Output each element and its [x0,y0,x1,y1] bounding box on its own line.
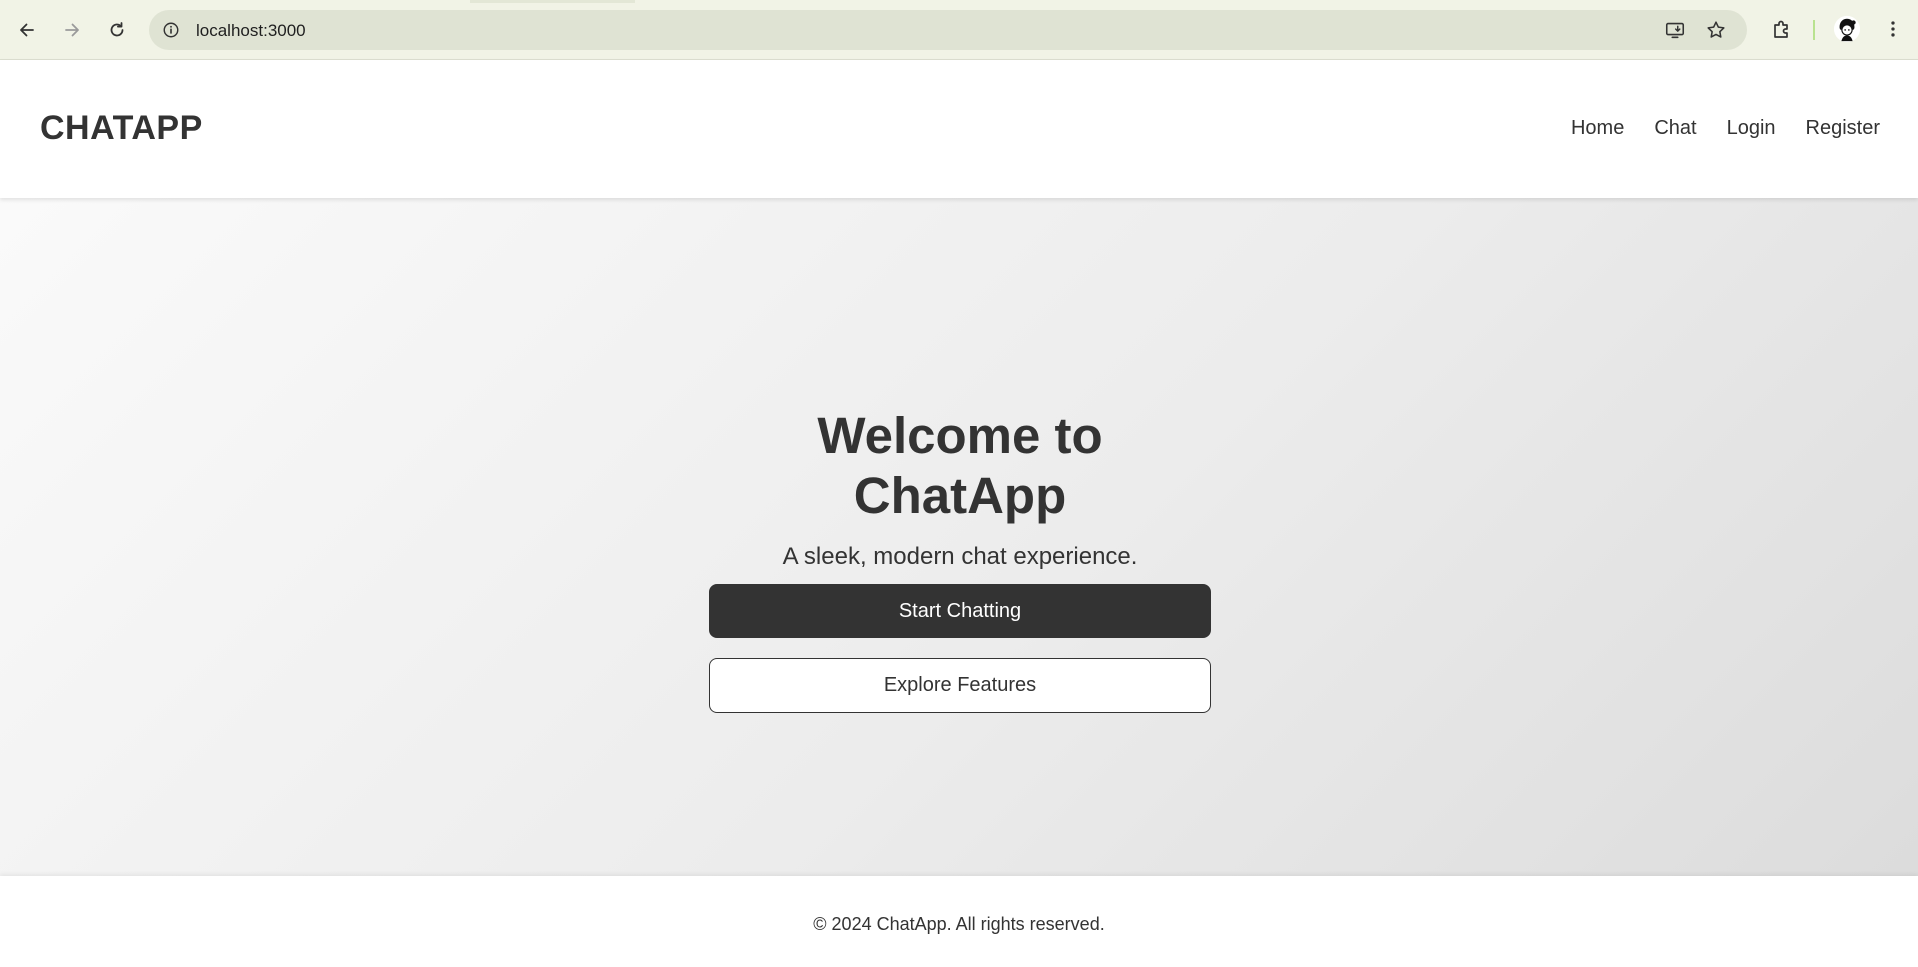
copyright-text: © 2024 ChatApp. All rights reserved. [813,914,1105,934]
toolbar-divider [1813,20,1815,40]
back-button[interactable] [9,12,45,48]
nav-link-home[interactable]: Home [1571,117,1624,140]
nav-link-chat[interactable]: Chat [1654,117,1696,140]
logo[interactable]: CHATAPP [40,109,203,148]
nav-link-register[interactable]: Register [1806,117,1880,140]
site-header: CHATAPP Home Chat Login Register [0,60,1918,198]
address-bar[interactable]: localhost:3000 [149,10,1747,50]
install-app-icon[interactable] [1663,18,1687,42]
hero-title: Welcome to ChatApp [817,407,1103,524]
browser-toolbar: localhost:3000 [0,0,1918,60]
hero-content: Welcome to ChatApp A sleek, modern chat … [709,406,1211,713]
puzzle-icon[interactable] [1767,14,1797,44]
hero-subtitle: A sleek, modern chat experience. [782,543,1138,570]
reload-icon [110,22,124,37]
start-chatting-button[interactable]: Start Chatting [709,584,1211,638]
reload-button[interactable] [99,12,135,48]
star-icon[interactable] [1704,18,1728,42]
forward-button[interactable] [54,12,90,48]
arrow-left-icon [20,23,34,37]
hero-section: Welcome to ChatApp A sleek, modern chat … [0,198,1918,876]
avatar[interactable] [1832,14,1862,44]
main-nav: Home Chat Login Register [1571,117,1880,140]
url-text[interactable]: localhost:3000 [196,21,306,41]
nav-link-login[interactable]: Login [1727,117,1776,140]
tab-strip [470,0,635,3]
explore-features-button[interactable]: Explore Features [709,658,1211,713]
info-icon[interactable] [161,20,181,40]
kebab-menu-icon[interactable] [1878,14,1908,44]
arrow-right-icon [65,23,79,37]
site-footer: © 2024 ChatApp. All rights reserved. [0,876,1918,967]
